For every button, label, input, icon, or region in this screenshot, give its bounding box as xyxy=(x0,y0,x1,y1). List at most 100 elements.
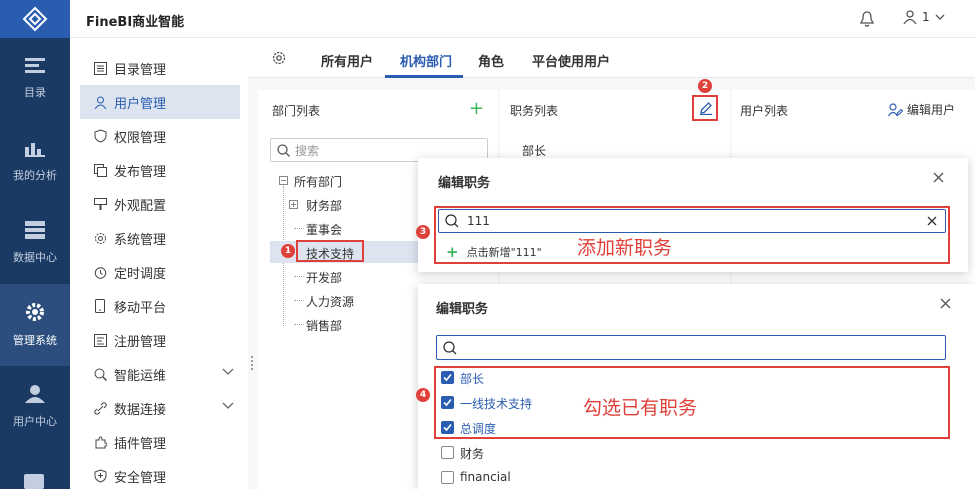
rail-item-catalog[interactable]: 目录 xyxy=(0,38,70,120)
edit-pencil-icon[interactable] xyxy=(699,101,713,119)
rail-item-analysis[interactable]: 我的分析 xyxy=(0,120,70,202)
tree-connector xyxy=(294,276,304,277)
rail-item-label: 目录 xyxy=(24,86,46,99)
tree-connector xyxy=(294,228,304,229)
tree-node-finance[interactable]: 财务部 xyxy=(306,197,342,214)
position-item[interactable]: 部长 xyxy=(522,142,546,159)
search-icon xyxy=(445,214,459,228)
tab-roles[interactable]: 角色 xyxy=(478,51,504,70)
settings-gear-icon[interactable] xyxy=(272,51,286,69)
gear-icon xyxy=(26,303,44,321)
tree-connector xyxy=(294,300,304,301)
tree-node-hr[interactable]: 人力资源 xyxy=(306,293,354,310)
logo-icon xyxy=(22,6,48,32)
user-name: 1 xyxy=(922,10,930,24)
bell-icon[interactable] xyxy=(859,11,875,31)
dialog-title: 编辑职务 xyxy=(436,302,489,317)
analysis-icon xyxy=(25,143,45,157)
annotation-add-new-position: 添加新职务 xyxy=(577,237,673,259)
submenu-item-register[interactable]: 注册管理 xyxy=(80,323,240,357)
step-badge-2: 2 xyxy=(698,79,712,93)
tab-all-users[interactable]: 所有用户 xyxy=(321,51,373,70)
submenu-item-plugins[interactable]: 插件管理 xyxy=(80,425,240,459)
tree-connector xyxy=(294,324,304,325)
user-menu[interactable]: 1 xyxy=(903,10,945,24)
tree-node-all-departments[interactable]: 所有部门 xyxy=(294,173,342,190)
submenu-item-label: 注册管理 xyxy=(114,334,167,350)
security-icon xyxy=(92,468,108,484)
submenu-item-mobile[interactable]: 移动平台 xyxy=(80,289,240,323)
list-icon xyxy=(92,60,108,76)
chevron-down-icon xyxy=(222,368,234,375)
user-center-icon xyxy=(25,385,45,403)
submenu-item-ops[interactable]: 智能运维 xyxy=(80,357,240,391)
rail-more-icon[interactable] xyxy=(24,474,44,489)
checkbox-position-3[interactable] xyxy=(441,421,454,434)
search-icon xyxy=(443,340,457,354)
clear-icon[interactable] xyxy=(927,216,937,226)
submenu-item-catalog[interactable]: 目录管理 xyxy=(80,51,240,85)
chevron-down-icon xyxy=(935,14,945,20)
tab-platform-users[interactable]: 平台使用用户 xyxy=(532,51,610,70)
tree-node-board[interactable]: 董事会 xyxy=(306,221,342,238)
tab-departments[interactable]: 机构部门 xyxy=(400,51,452,70)
submenu-item-users[interactable]: 用户管理 xyxy=(80,85,240,119)
search-placeholder: 搜索 xyxy=(295,143,320,158)
user-icon xyxy=(903,10,917,24)
rail-item-data-center[interactable]: 数据中心 xyxy=(0,202,70,284)
checkbox-position-1[interactable] xyxy=(441,371,454,384)
rail-item-label: 我的分析 xyxy=(13,169,57,182)
submenu-item-security[interactable]: 安全管理 xyxy=(80,459,240,489)
submenu-item-label: 目录管理 xyxy=(114,62,167,78)
rail-item-admin[interactable]: 管理系统 xyxy=(0,284,70,366)
add-new-position-button[interactable]: + 点击新增"111" xyxy=(446,243,542,261)
gear-icon xyxy=(92,230,108,246)
edit-users-button[interactable]: 编辑用户 xyxy=(888,101,955,118)
submenu-item-data-connection[interactable]: 数据连接 xyxy=(80,391,240,425)
department-panel-title: 部门列表 xyxy=(272,104,321,118)
submenu-item-appearance[interactable]: 外观配置 xyxy=(80,187,240,221)
app-logo[interactable] xyxy=(0,0,70,38)
top-bar: FineBI商业智能 1 xyxy=(70,0,975,38)
submenu-item-label: 权限管理 xyxy=(114,130,167,146)
position-option-label[interactable]: 总调度 xyxy=(460,420,496,437)
position-filter-input[interactable] xyxy=(436,335,946,360)
position-option-label[interactable]: 一线技术支持 xyxy=(460,395,532,412)
expand-toggle[interactable]: + xyxy=(289,200,298,209)
submenu-item-schedule[interactable]: 定时调度 xyxy=(80,255,240,289)
tree-node-sales[interactable]: 销售部 xyxy=(306,317,342,334)
dialog-title: 编辑职务 xyxy=(438,176,491,191)
checkbox-position-5[interactable] xyxy=(441,471,454,484)
position-option-label[interactable]: financial xyxy=(460,470,511,484)
position-option-label[interactable]: 部长 xyxy=(460,370,484,387)
active-tab-indicator xyxy=(385,75,463,78)
step-badge-1: 1 xyxy=(281,244,295,258)
position-option-label[interactable]: 财务 xyxy=(460,445,484,462)
rail-item-label: 用户中心 xyxy=(13,415,57,428)
search-icon xyxy=(277,143,290,157)
shield-icon xyxy=(92,128,108,144)
ops-icon xyxy=(92,366,108,382)
add-new-position-label: 点击新增"111" xyxy=(466,246,542,259)
appearance-icon xyxy=(92,196,108,212)
collapse-toggle[interactable]: − xyxy=(279,176,288,185)
mobile-icon xyxy=(92,298,108,314)
position-search-value: 111 xyxy=(467,214,490,228)
submenu-item-system[interactable]: 系统管理 xyxy=(80,221,240,255)
rail-item-label: 管理系统 xyxy=(13,334,57,347)
user-icon xyxy=(92,94,108,110)
add-department-button[interactable]: + xyxy=(469,98,484,119)
submenu-item-label: 用户管理 xyxy=(114,96,167,112)
app-rail: 目录 我的分析 数据中心 管理系统 用户中心 xyxy=(0,0,70,489)
checkbox-position-4[interactable] xyxy=(441,446,454,459)
rail-item-user-center[interactable]: 用户中心 xyxy=(0,366,70,448)
tree-node-dev[interactable]: 开发部 xyxy=(306,269,342,286)
checkbox-position-2[interactable] xyxy=(441,396,454,409)
submenu-item-publish[interactable]: 发布管理 xyxy=(80,153,240,187)
admin-submenu: 目录管理 用户管理 权限管理 发布管理 外观配置 系统管理 定时调度 移动平台 … xyxy=(70,38,248,489)
close-icon[interactable] xyxy=(940,298,951,313)
close-icon[interactable] xyxy=(933,172,944,187)
position-search-input[interactable]: 111 xyxy=(438,209,946,233)
submenu-item-permissions[interactable]: 权限管理 xyxy=(80,119,240,153)
resize-handle[interactable] xyxy=(251,356,253,370)
